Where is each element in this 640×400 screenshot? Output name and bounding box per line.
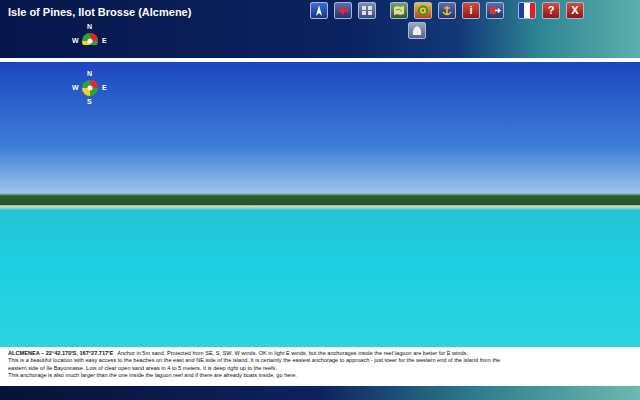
photo-compass-overlay: NW E S [72,70,108,106]
compass-letter: N [87,23,92,31]
map-button[interactable] [390,2,408,19]
caption-line: ALCMENEA – 22°42.170'S, 167°27.717'EAnch… [8,350,632,357]
flag-button[interactable] [518,2,536,19]
shell-icon [410,24,424,37]
caption-line: This anchorage is also much larger than … [8,372,632,379]
back-arrow-icon [336,4,350,17]
photos-button[interactable] [358,2,376,19]
bottom-strip [0,386,640,400]
header-bar: Isle of Pines, Ilot Brosse (Alcmene) NW Ei… [0,0,640,58]
toolbar-group: i [390,2,504,19]
target-icon [416,4,430,17]
window-title: Isle of Pines, Ilot Brosse (Alcmene) [8,5,191,19]
caption-line: eastern side of Ile Bayonnaise. Lots of … [8,365,632,372]
header-left: Isle of Pines, Ilot Brosse (Alcmene) NW E [0,0,191,58]
anchor-button[interactable] [438,2,456,19]
map-icon [392,4,406,17]
exit-button[interactable] [486,2,504,19]
header-compass-slot: NW E [72,23,191,45]
north-arrow-icon [312,4,326,17]
compass-letter: S [87,98,92,106]
close-button[interactable]: X [566,2,584,19]
target-button[interactable] [414,2,432,19]
toolbar-group [310,2,376,19]
toolbar-row [310,22,426,39]
anchorage-photo: NW E S [0,62,640,347]
photo-compass: NW E S [72,70,108,106]
help-button[interactable]: ? [542,2,560,19]
anchor-icon [440,4,454,17]
viewer-window: Isle of Pines, Ilot Brosse (Alcmene)NWEi… [0,0,640,400]
toolbar: i?X [310,0,640,58]
compass-letter: E [102,37,107,45]
back-button[interactable] [334,2,352,19]
compass-letter: W [72,84,79,92]
toolbar-row: i?X [310,2,584,19]
header-compass: NW E [72,23,108,45]
photos-icon [360,4,374,17]
caption: ALCMENEA – 22°42.170'S, 167°27.717'EAnch… [0,347,640,386]
compass-letter: N [87,70,92,78]
shell-button[interactable] [408,22,426,39]
compass-letter: W [72,37,79,45]
exit-icon [488,4,502,17]
caption-line: This is a beautiful location with easy a… [8,357,632,364]
info-button[interactable]: i [462,2,480,19]
north-button[interactable] [310,2,328,19]
compass-letter: E [102,84,107,92]
caption-heading: ALCMENEA – 22°42.170'S, 167°27.717'E [8,350,113,356]
toolbar-group: ?X [518,2,584,19]
